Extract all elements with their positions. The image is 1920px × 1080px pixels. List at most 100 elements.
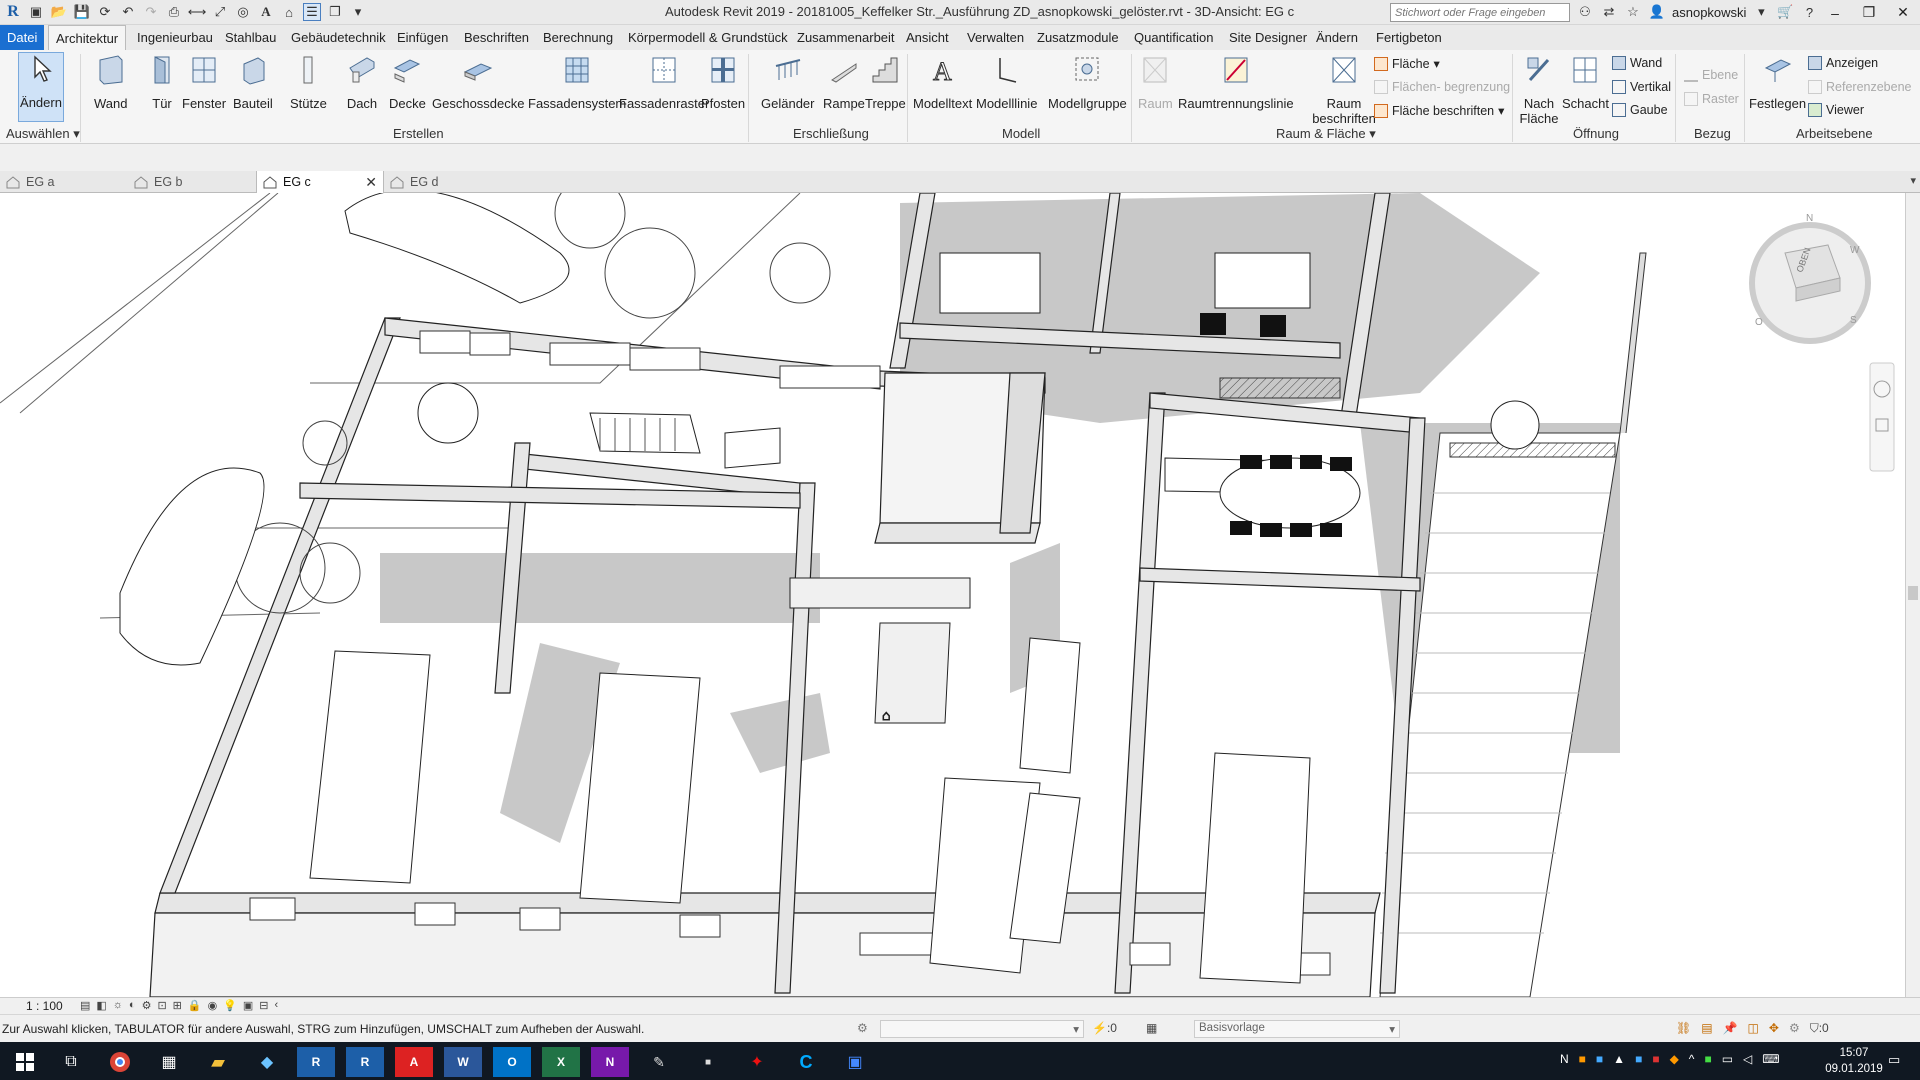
tab-gebaeudetechnik[interactable]: Gebäudetechnik	[284, 25, 393, 50]
dach-button[interactable]: Dach	[346, 52, 378, 111]
tabs-overflow-icon[interactable]: ▾	[1910, 174, 1916, 187]
word-icon[interactable]: W	[444, 1047, 482, 1077]
modelllinie-button[interactable]: Modelllinie	[976, 52, 1037, 111]
design-option-dropdown[interactable]: Basisvorlage ▾	[1194, 1020, 1400, 1038]
undo-icon[interactable]: ↶	[119, 3, 137, 21]
tab-beschriften[interactable]: Beschriften	[457, 25, 536, 50]
tray-icon[interactable]: N	[1560, 1052, 1569, 1066]
viewcube[interactable]: OBEN N O S W	[1749, 213, 1871, 344]
chrome-icon[interactable]	[101, 1047, 139, 1077]
tray-icon[interactable]: ◆	[1670, 1052, 1679, 1066]
temp-hide-icon[interactable]: ◉	[208, 999, 218, 1012]
user-icon[interactable]: 👤	[1648, 3, 1666, 21]
referenzebene-button[interactable]: Referenzebene	[1808, 80, 1911, 94]
search-input[interactable]	[1390, 3, 1570, 22]
minimize-icon[interactable]: –	[1818, 0, 1852, 25]
vertical-scrollbar[interactable]	[1905, 193, 1920, 997]
tab-verwalten[interactable]: Verwalten	[960, 25, 1031, 50]
tab-datei[interactable]: Datei	[0, 25, 45, 50]
help-icon[interactable]: ?	[1800, 3, 1818, 21]
tuer-button[interactable]: Tür	[146, 52, 178, 111]
select-pinned-icon[interactable]: 📌	[1723, 1021, 1738, 1036]
close-tab-icon[interactable]: ✕	[365, 171, 377, 193]
sun-path-icon[interactable]: ☼	[113, 999, 123, 1012]
flaeche-beschriften-button[interactable]: Fläche beschriften ▾	[1374, 103, 1504, 118]
lock-view-icon[interactable]: 🔒	[188, 999, 202, 1012]
redo-icon[interactable]: ↷	[142, 3, 160, 21]
scrollbar-thumb[interactable]	[1908, 586, 1918, 600]
viewer-button[interactable]: Viewer	[1808, 103, 1864, 117]
analytical-icon[interactable]: ⊟	[259, 999, 268, 1012]
view-tab-eg-a[interactable]: EG a	[0, 171, 128, 193]
aendern-button[interactable]: Ändern	[18, 52, 64, 122]
select-face-icon[interactable]: ◫	[1748, 1021, 1759, 1036]
sonos-icon[interactable]: ■	[689, 1047, 727, 1077]
skype-icon[interactable]: C	[787, 1047, 825, 1077]
tab-berechnung[interactable]: Berechnung	[536, 25, 620, 50]
teamviewer-icon[interactable]: ▣	[836, 1047, 874, 1077]
bauteil-button[interactable]: Bauteil	[233, 52, 273, 111]
notifications-icon[interactable]: ▭	[1888, 1052, 1900, 1068]
tag-icon[interactable]: ◎	[234, 3, 252, 21]
compass-o[interactable]: O	[1755, 317, 1763, 328]
save-icon[interactable]: 💾	[73, 3, 91, 21]
network-icon[interactable]: ▭	[1722, 1052, 1733, 1066]
3d-viewport[interactable]: ⌂ OBEN N O S W	[0, 193, 1905, 997]
rampe-button[interactable]: Rampe	[823, 52, 865, 111]
tab-stahlbau[interactable]: Stahlbau	[218, 25, 283, 50]
fassadenraster-button[interactable]: Fassadenraster	[619, 52, 709, 111]
text-icon[interactable]: A	[257, 3, 275, 21]
fassadensystem-button[interactable]: Fassadensystem	[528, 52, 626, 111]
oeffnung-wand-button[interactable]: Wand	[1612, 56, 1662, 70]
tray-icon[interactable]: ■	[1635, 1052, 1642, 1066]
schacht-button[interactable]: Schacht	[1562, 52, 1609, 111]
dimension-icon[interactable]: ⤢	[211, 3, 229, 21]
raumtrennungslinie-button[interactable]: Raumtrennungslinie	[1178, 52, 1294, 111]
filter-icon[interactable]: ⛉:0	[1810, 1021, 1829, 1036]
select-links-icon[interactable]: ⛓	[1676, 1021, 1691, 1036]
nach-flaeche-button[interactable]: Nach Fläche	[1518, 52, 1560, 126]
flaeche-button[interactable]: Fläche ▾	[1374, 56, 1440, 71]
app-icon[interactable]: ✎	[640, 1047, 678, 1077]
geschossdecke-button[interactable]: Geschossdecke	[432, 52, 525, 111]
customize-qat-icon[interactable]: ▾	[349, 3, 367, 21]
user-name[interactable]: asnopkowski	[1672, 5, 1746, 20]
3d-view-icon[interactable]: ⌂	[280, 3, 298, 21]
modelltext-button[interactable]: A Modelltext	[913, 52, 972, 112]
drag-elements-icon[interactable]: ✥	[1769, 1021, 1779, 1036]
gimp-icon[interactable]: ✦	[738, 1047, 776, 1077]
anzeigen-button[interactable]: Anzeigen	[1808, 56, 1878, 70]
tab-koerpermodell[interactable]: Körpermodell & Grundstück	[621, 25, 795, 50]
chevron-down-icon[interactable]: ▾	[1752, 3, 1770, 21]
tab-zusatzmodule[interactable]: Zusatzmodule	[1030, 25, 1126, 50]
revit-2-taskbar-icon[interactable]: R	[346, 1047, 384, 1077]
revit-logo-icon[interactable]: R	[4, 3, 22, 21]
switch-windows-icon[interactable]: ❐	[326, 3, 344, 21]
rendering-icon[interactable]: ⚙	[142, 999, 152, 1012]
excel-icon[interactable]: X	[542, 1047, 580, 1077]
gaube-button[interactable]: Gaube	[1612, 103, 1668, 117]
windows-start-icon[interactable]	[6, 1047, 44, 1077]
print-icon[interactable]: ⎙	[165, 3, 183, 21]
show-crop-icon[interactable]: ⊞	[173, 999, 182, 1012]
cart-icon[interactable]: 🛒	[1776, 3, 1794, 21]
tab-ansicht[interactable]: Ansicht	[899, 25, 956, 50]
reveal-hidden-icon[interactable]: 💡	[223, 999, 237, 1012]
raum-button[interactable]: Raum	[1138, 52, 1173, 111]
star-icon[interactable]: ☆	[1624, 3, 1642, 21]
revit-taskbar-icon[interactable]: R	[297, 1047, 335, 1077]
volume-icon[interactable]: ◁	[1743, 1052, 1752, 1066]
tab-einfuegen[interactable]: Einfügen	[390, 25, 455, 50]
restore-icon[interactable]: ❐	[1852, 0, 1886, 25]
tab-fertigbeton[interactable]: Fertigbeton	[1369, 25, 1449, 50]
worksets-icon[interactable]: ⚙	[857, 1021, 868, 1035]
wand-button[interactable]: Wand	[94, 52, 127, 111]
tab-aendern[interactable]: Ändern	[1309, 25, 1365, 50]
gelaender-button[interactable]: Geländer	[761, 52, 814, 111]
tab-ingenieurbau[interactable]: Ingenieurbau	[130, 25, 220, 50]
task-view-icon[interactable]: ⧉	[52, 1047, 90, 1077]
tray-icon[interactable]: ▲	[1613, 1052, 1625, 1066]
scroll-left-icon[interactable]: ‹	[275, 999, 279, 1012]
design-options-icon[interactable]: ▦	[1146, 1021, 1157, 1035]
crop-view-icon[interactable]: ⊡	[157, 999, 166, 1012]
